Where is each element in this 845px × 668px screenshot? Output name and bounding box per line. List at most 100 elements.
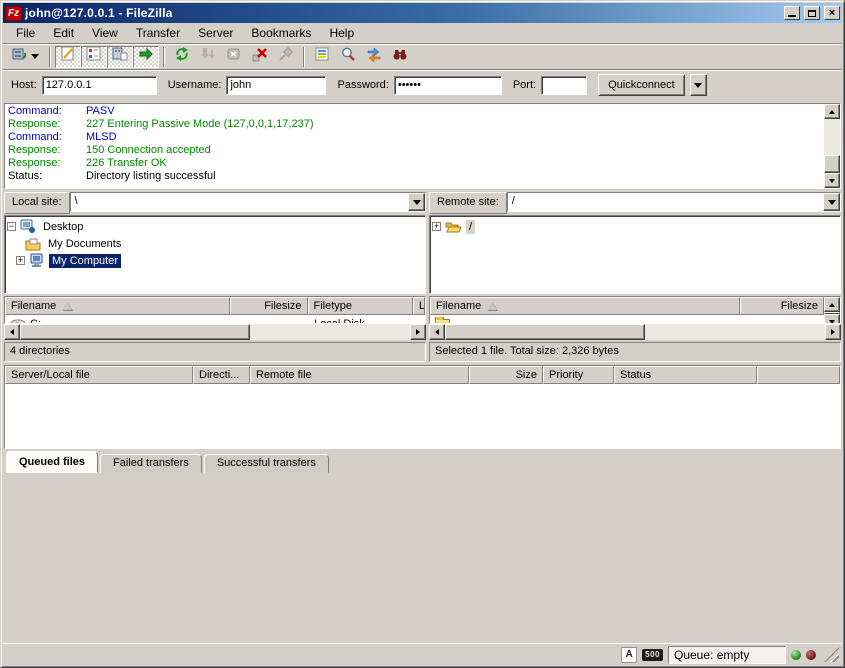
file-row-c-drive[interactable]: C: Local Disk <box>5 315 425 323</box>
sort-ascending-icon <box>487 302 497 310</box>
disconnect-icon <box>252 46 268 67</box>
scroll-down-button[interactable] <box>824 173 840 188</box>
column-header-direction[interactable]: Directi... <box>193 366 250 384</box>
tab-successful-transfers[interactable]: Successful transfers <box>204 454 329 473</box>
scrollbar-thumb[interactable] <box>824 155 840 173</box>
log-line: Command:MLSD <box>8 131 821 144</box>
remote-vertical-scrollbar[interactable] <box>824 297 840 323</box>
site-manager-icon <box>11 46 27 67</box>
local-site-combobox[interactable]: \ <box>70 192 426 212</box>
column-header-filesize[interactable]: Filesize <box>230 297 308 315</box>
menu-help[interactable]: Help <box>320 24 363 42</box>
scroll-up-button[interactable] <box>824 104 840 119</box>
dropdown-icon <box>694 83 702 88</box>
resize-grip[interactable] <box>824 647 839 662</box>
expand-icon[interactable]: + <box>16 256 25 265</box>
remote-tree: + / <box>429 215 841 294</box>
scroll-right-button[interactable] <box>825 324 841 340</box>
scrollbar-thumb[interactable] <box>445 324 645 340</box>
toggle-remote-tree-button[interactable] <box>107 46 133 68</box>
synchronized-browsing-button[interactable] <box>361 46 387 68</box>
log-label: Response: <box>8 118 86 131</box>
close-button[interactable]: × <box>824 6 840 20</box>
reconnect-button[interactable] <box>273 46 299 68</box>
local-site-value: \ <box>71 193 408 211</box>
log-vertical-scrollbar[interactable] <box>824 104 840 188</box>
local-list-header: Filename Filesize Filetype L <box>5 297 425 315</box>
maximize-button[interactable] <box>804 6 820 20</box>
host-input[interactable] <box>42 76 157 95</box>
port-input[interactable] <box>541 76 587 95</box>
local-horizontal-scrollbar[interactable] <box>4 324 426 340</box>
column-header-filename[interactable]: Filename <box>5 297 230 315</box>
password-input[interactable] <box>394 76 502 95</box>
column-header-remote-file[interactable]: Remote file <box>250 366 469 384</box>
site-manager-button[interactable] <box>7 46 45 68</box>
queue-body[interactable] <box>5 384 840 448</box>
column-header-status[interactable]: Status <box>614 366 757 384</box>
directory-filter-button[interactable] <box>309 46 335 68</box>
scroll-down-button[interactable] <box>824 314 840 324</box>
column-header-lastmodified[interactable]: L <box>413 297 425 315</box>
scroll-right-button[interactable] <box>410 324 426 340</box>
app-logo-icon: Fz <box>5 6 22 21</box>
toggle-message-log-button[interactable] <box>55 46 81 68</box>
sync-arrows-icon <box>366 46 382 67</box>
scrollbar-thumb[interactable] <box>20 324 250 340</box>
speed-limit-icon[interactable]: 500 <box>642 649 663 661</box>
scroll-left-button[interactable] <box>429 324 445 340</box>
menu-file[interactable]: File <box>7 24 44 42</box>
log-line: Status:Directory listing successful <box>8 170 821 183</box>
file-row[interactable]: .. <box>430 315 824 323</box>
transfer-type-icon[interactable]: A <box>621 647 637 663</box>
tab-failed-transfers[interactable]: Failed transfers <box>100 454 202 473</box>
tree-item-desktop[interactable]: − Desktop <box>7 218 423 235</box>
column-header-server-local-file[interactable]: Server/Local file <box>5 366 193 384</box>
tree-item-label: My Computer <box>49 254 121 268</box>
remote-site-combobox[interactable]: / <box>507 192 841 212</box>
remote-site-dropdown-button[interactable] <box>823 193 840 211</box>
site-manager-dropdown-icon[interactable] <box>31 54 39 59</box>
toggle-local-tree-button[interactable] <box>81 46 107 68</box>
quickconnect-dropdown-button[interactable] <box>690 74 707 96</box>
collapse-icon[interactable]: − <box>7 222 16 231</box>
activity-led-green-icon <box>791 650 801 660</box>
username-input[interactable] <box>226 76 326 95</box>
column-header-priority[interactable]: Priority <box>543 366 614 384</box>
column-header-filetype[interactable]: Filetype <box>308 297 414 315</box>
remote-site-bar: Remote site: / <box>429 192 841 214</box>
remote-horizontal-scrollbar[interactable] <box>429 324 841 340</box>
tree-item-my-documents[interactable]: My Documents <box>7 235 423 252</box>
menu-server[interactable]: Server <box>189 24 242 42</box>
toolbar <box>3 43 842 69</box>
toggle-transfer-queue-button[interactable] <box>133 46 159 68</box>
column-header-filename[interactable]: Filename <box>430 297 740 315</box>
status-bar: A 500 Queue: empty <box>3 643 842 665</box>
tree-item-my-computer[interactable]: + My Computer <box>7 252 423 269</box>
disconnect-button[interactable] <box>247 46 273 68</box>
directory-compare-button[interactable] <box>335 46 361 68</box>
cancel-button[interactable] <box>221 46 247 68</box>
scroll-up-button[interactable] <box>824 297 840 312</box>
minimize-button[interactable] <box>784 6 800 20</box>
local-site-bar: Local site: \ <box>4 192 426 214</box>
menu-edit[interactable]: Edit <box>44 24 83 42</box>
menu-view[interactable]: View <box>83 24 127 42</box>
menu-bookmarks[interactable]: Bookmarks <box>242 24 320 42</box>
process-queue-button[interactable] <box>195 46 221 68</box>
find-files-button[interactable] <box>387 46 413 68</box>
column-header-size[interactable]: Size <box>469 366 543 384</box>
refresh-button[interactable] <box>169 46 195 68</box>
tab-queued-files[interactable]: Queued files <box>6 451 98 473</box>
column-header-filesize[interactable]: Filesize <box>740 297 824 315</box>
arrow-right-icon <box>416 329 420 335</box>
toolbar-separator <box>163 47 165 67</box>
cancel-icon <box>226 46 242 67</box>
scroll-left-button[interactable] <box>4 324 20 340</box>
menu-transfer[interactable]: Transfer <box>127 24 189 42</box>
quickconnect-button[interactable]: Quickconnect <box>598 74 685 96</box>
tree-item-root[interactable]: + / <box>432 218 838 235</box>
expand-icon[interactable]: + <box>432 222 441 231</box>
local-site-dropdown-button[interactable] <box>408 193 425 211</box>
local-site-label: Local site: <box>4 192 70 214</box>
